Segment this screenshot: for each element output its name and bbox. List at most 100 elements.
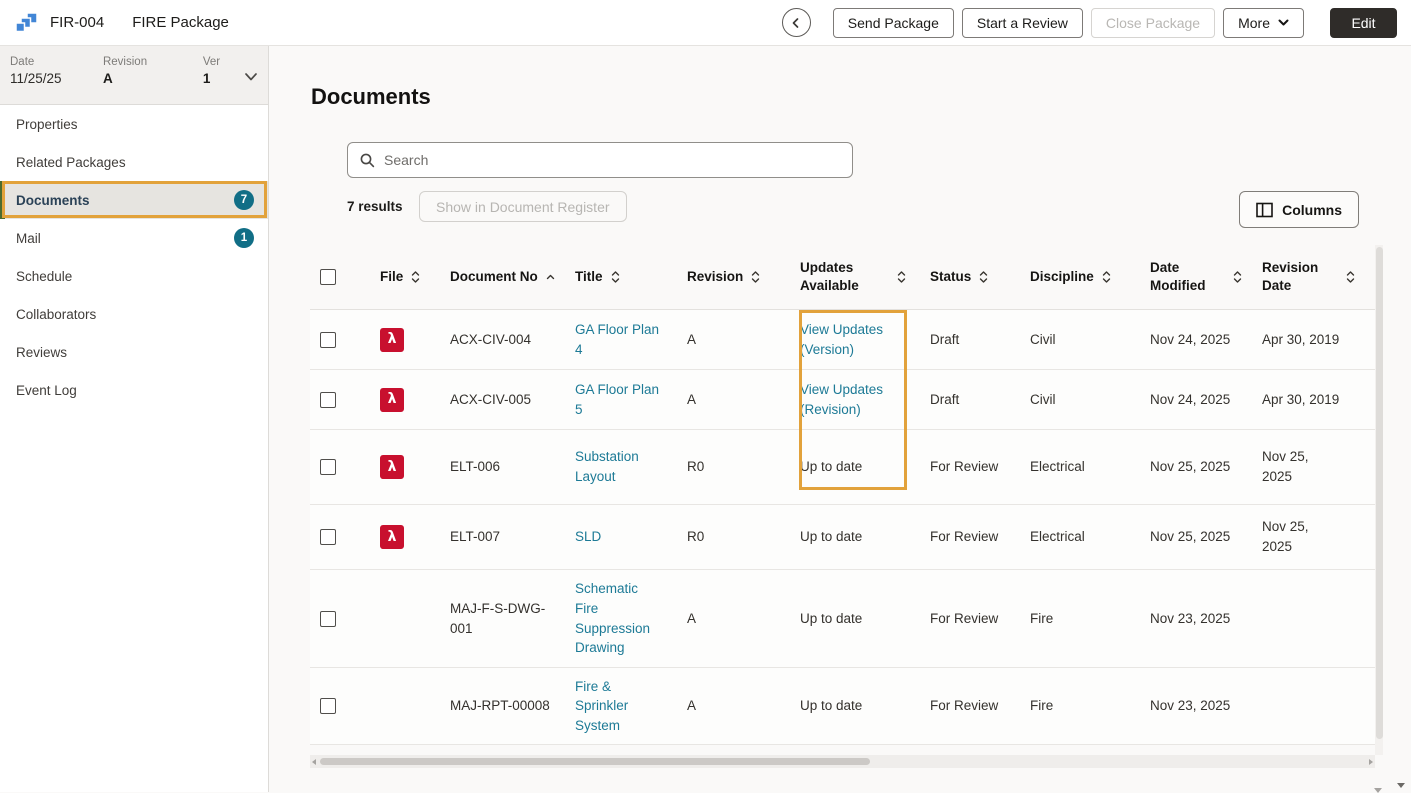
row-checkbox[interactable] (320, 529, 336, 545)
scroll-down-arrow[interactable] (1374, 788, 1382, 793)
table-row[interactable]: MAJ-F-S-DWG-001 Schematic Fire Suppressi… (310, 570, 1375, 668)
document-title-link[interactable]: Fire & Sprinkler System (575, 677, 663, 736)
row-checkbox[interactable] (320, 391, 336, 408)
status-cell: For Review (930, 610, 999, 626)
sort-icon[interactable] (1102, 269, 1111, 285)
row-checkbox[interactable] (320, 610, 336, 627)
discipline-cell: Electrical (1030, 529, 1085, 545)
revision-cell: A (687, 698, 697, 714)
updates-status-text: Up to date (800, 529, 863, 545)
sidebar-item-mail[interactable]: Mail 1 (0, 219, 268, 257)
column-header-revision[interactable]: Revision (687, 268, 800, 286)
sidebar-item-schedule[interactable]: Schedule (0, 257, 268, 295)
column-header-status[interactable]: Status (930, 268, 1030, 286)
scroll-right-arrow[interactable] (1369, 758, 1373, 765)
more-button[interactable]: More (1223, 7, 1304, 38)
row-checkbox[interactable] (320, 459, 336, 475)
sidebar-item-label: Documents (16, 192, 90, 208)
document-title-link[interactable]: GA Floor Plan 4 (575, 320, 663, 359)
search-box[interactable] (347, 142, 853, 178)
updates-status-text: Up to date (800, 698, 863, 714)
sort-icon[interactable] (611, 269, 620, 285)
document-title-link[interactable]: SLD (575, 527, 601, 547)
topbar-actions: Send Package Start a Review Close Packag… (781, 7, 1397, 38)
column-header-file[interactable]: File (380, 268, 450, 286)
sort-icon[interactable] (411, 269, 420, 285)
edit-button[interactable]: Edit (1330, 7, 1397, 38)
sidebar-item-event-log[interactable]: Event Log (0, 371, 268, 409)
column-header-date-modified[interactable]: Date Modified (1150, 259, 1262, 295)
meta-revision-value: A (102, 71, 113, 86)
top-bar: FIR-004 FIRE Package Send Package Start … (0, 0, 1411, 46)
columns-button-label: Columns (1282, 201, 1342, 218)
chevron-left-icon (792, 17, 799, 28)
search-input[interactable] (384, 143, 852, 177)
package-brand: FIR-004 FIRE Package (14, 11, 229, 35)
revision-cell: R0 (687, 529, 705, 545)
pdf-file-icon[interactable]: λ (380, 387, 404, 412)
meta-expand-toggle[interactable] (244, 70, 258, 85)
sidebar-item-related-packages[interactable]: Related Packages (0, 143, 268, 181)
back-button[interactable] (781, 8, 811, 37)
sort-icon[interactable] (1346, 269, 1355, 285)
columns-button[interactable]: Columns (1239, 191, 1359, 228)
pdf-file-icon[interactable]: λ (380, 455, 404, 479)
select-all-checkbox[interactable] (320, 269, 336, 285)
column-header-updates-available[interactable]: Updates Available (800, 259, 930, 295)
view-updates-link[interactable]: View Updates (Version) (800, 320, 906, 359)
document-no-cell: ACX-CIV-005 (450, 391, 532, 407)
pdf-file-icon[interactable]: λ (380, 327, 404, 352)
status-cell: For Review (930, 459, 999, 475)
table-row[interactable]: λ ELT-007 SLD R0 Up to date For Review E… (310, 505, 1375, 570)
sidebar-item-properties[interactable]: Properties (0, 105, 268, 143)
document-title-link[interactable]: GA Floor Plan 5 (575, 380, 663, 419)
pdf-file-icon[interactable]: λ (380, 525, 404, 549)
send-package-button[interactable]: Send Package (832, 7, 954, 38)
sidebar-item-collaborators[interactable]: Collaborators (0, 295, 268, 333)
table-row[interactable]: λ ELT-006 Substation Layout R0 Up to dat… (310, 430, 1375, 505)
sort-icon[interactable] (1233, 269, 1242, 285)
sidebar-item-documents[interactable]: Documents 7 (0, 181, 268, 219)
page-corner-scroll-arrow (1397, 783, 1405, 788)
table-row[interactable]: λ ACX-CIV-004 GA Floor Plan 4 A View Upd… (310, 310, 1375, 370)
column-header-revision-date[interactable]: Revision Date (1262, 259, 1375, 295)
sort-ascending-icon[interactable] (546, 269, 555, 285)
sidebar-item-label: Collaborators (16, 306, 97, 322)
date-modified-cell: Nov 25, 2025 (1150, 459, 1231, 475)
view-updates-link[interactable]: View Updates (Revision) (800, 380, 906, 419)
column-header-document-no[interactable]: Document No (450, 268, 575, 286)
column-header-title[interactable]: Title (575, 268, 687, 286)
sort-icon[interactable] (751, 269, 760, 285)
start-review-button[interactable]: Start a Review (961, 7, 1083, 38)
horizontal-scrollbar-thumb[interactable] (320, 758, 870, 765)
show-in-document-register-button[interactable]: Show in Document Register (419, 191, 627, 222)
horizontal-scrollbar[interactable] (310, 755, 1375, 768)
sort-icon[interactable] (979, 269, 988, 285)
sort-icon[interactable] (897, 269, 906, 285)
date-modified-cell: Nov 24, 2025 (1150, 331, 1231, 347)
select-all-cell (310, 269, 380, 285)
document-title-link[interactable]: Substation Layout (575, 447, 663, 486)
status-cell: For Review (930, 698, 999, 714)
revision-date-cell: Apr 30, 2019 (1262, 331, 1340, 347)
vertical-scrollbar[interactable] (1375, 245, 1383, 755)
date-modified-cell: Nov 24, 2025 (1150, 391, 1231, 407)
scroll-left-arrow[interactable] (312, 758, 316, 765)
sidebar-item-label: Properties (16, 116, 78, 132)
date-modified-cell: Nov 25, 2025 (1150, 529, 1231, 545)
document-title-link[interactable]: Schematic Fire Suppression Drawing (575, 579, 663, 657)
row-checkbox[interactable] (320, 331, 336, 348)
status-cell: Draft (930, 331, 960, 347)
meta-ver-value: 1 (202, 71, 211, 86)
vertical-scrollbar-thumb[interactable] (1375, 247, 1383, 739)
sidebar-item-label: Mail (16, 230, 41, 246)
meta-date-value: 11/25/25 (10, 71, 62, 86)
close-package-button[interactable]: Close Package (1090, 7, 1216, 38)
column-header-discipline[interactable]: Discipline (1030, 268, 1150, 286)
table-row[interactable]: MAJ-RPT-00008 Fire & Sprinkler System A … (310, 668, 1375, 745)
sidebar-item-reviews[interactable]: Reviews (0, 333, 268, 371)
table-row[interactable]: λ ACX-CIV-005 GA Floor Plan 5 A View Upd… (310, 370, 1375, 430)
table-header-row: File Document No Title Revision Updates … (310, 245, 1375, 310)
row-checkbox[interactable] (320, 698, 336, 714)
document-no-cell: ELT-006 (450, 459, 501, 475)
